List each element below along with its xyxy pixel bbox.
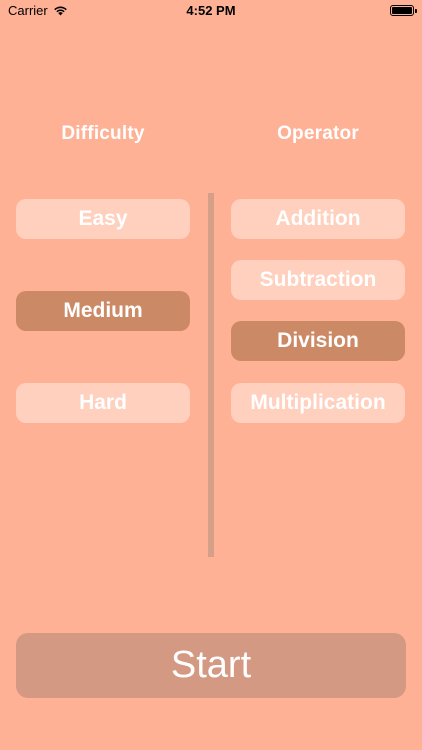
operator-header: Operator — [277, 123, 359, 144]
operator-addition-button[interactable]: Addition — [231, 199, 405, 239]
battery-icon — [390, 5, 414, 16]
operator-subtraction-button[interactable]: Subtraction — [231, 260, 405, 300]
difficulty-hard-button[interactable]: Hard — [16, 383, 190, 423]
column-divider — [208, 193, 214, 557]
battery-tip — [415, 9, 417, 13]
difficulty-medium-button[interactable]: Medium — [16, 291, 190, 331]
operator-multiplication-button[interactable]: Multiplication — [231, 383, 405, 423]
operator-division-button[interactable]: Division — [231, 321, 405, 361]
start-button[interactable]: Start — [16, 633, 406, 698]
difficulty-easy-button[interactable]: Easy — [16, 199, 190, 239]
status-time: 4:52 PM — [186, 3, 236, 18]
difficulty-header: Difficulty — [61, 123, 145, 144]
status-bar: Carrier 4:52 PM — [0, 0, 422, 24]
